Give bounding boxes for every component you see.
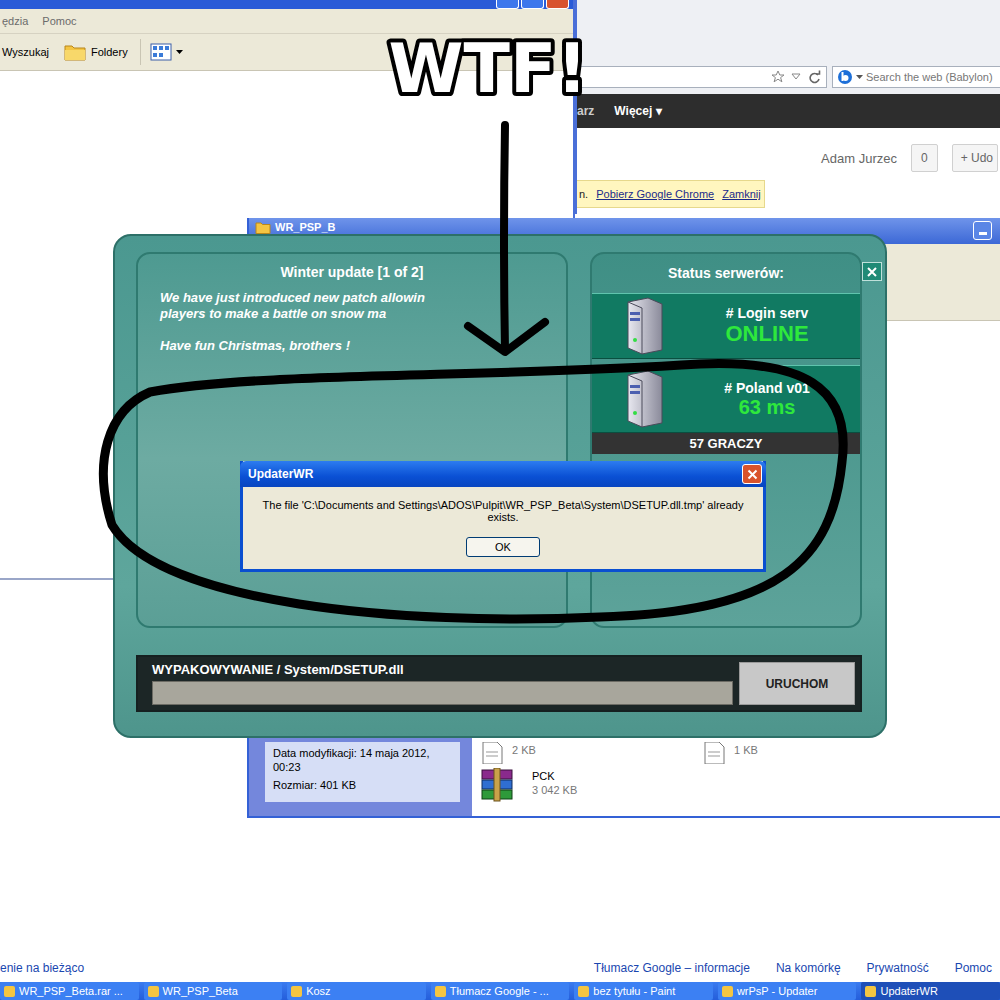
close-icon (867, 267, 877, 277)
folder-icon (63, 41, 87, 63)
progress-bar-area: WYPAKOWYWANIE / System/DSETUP.dll URUCHOM (136, 655, 862, 712)
file-item[interactable]: PCK3 042 KB (480, 768, 702, 802)
notice-link[interactable]: Zamknij (722, 188, 761, 200)
user-name[interactable]: Adam Jurzec (821, 151, 897, 166)
views-button[interactable] (140, 39, 185, 65)
taskbar-button[interactable]: UpdaterWR (861, 982, 1000, 1000)
menu-item[interactable]: ędzia (2, 15, 28, 27)
title-bar: UpdaterWR (240, 461, 766, 487)
footer-link[interactable]: Tłumacz Google – informacje (594, 961, 750, 975)
views-icon (149, 41, 173, 63)
app-icon (291, 986, 302, 997)
app-icon (722, 986, 733, 997)
file-icon (480, 742, 504, 764)
desktop: ędzia Pomoc Wyszukaj Foldery Search the web … (0, 0, 1000, 1000)
folder-icon (255, 221, 271, 235)
star-icon[interactable] (771, 70, 785, 84)
footer-link[interactable]: Prywatność (867, 961, 929, 975)
player-count: 57 GRACZY (592, 433, 860, 454)
taskbar-button[interactable]: bez tytułu - Paint (574, 982, 713, 1000)
footer-link[interactable]: Na komórkę (776, 961, 841, 975)
taskbar-button[interactable]: Kosz (287, 982, 426, 1000)
file-item[interactable]: 1 KB (702, 742, 924, 764)
app-icon (4, 986, 15, 997)
dropdown-arrow-icon (856, 75, 863, 80)
taskbar-button[interactable]: wrPsP - Updater (718, 982, 857, 1000)
notice-link[interactable]: Pobierz Google Chrome (596, 188, 714, 200)
taskbar-button[interactable]: WR_PSP_Beta.rar ... (0, 982, 139, 1000)
app-icon (578, 986, 589, 997)
news-text: Have fun Christmas, brothers ! (160, 338, 558, 354)
title-bar (0, 0, 573, 9)
browser-window: Search the web (Babylon) arz Więcej ▾ Adam … (575, 0, 1000, 214)
menu-bar: ędzia Pomoc (0, 9, 573, 34)
news-text: We have just introduced new patch allowi… (160, 290, 558, 306)
menu-item[interactable]: Pomoc (42, 15, 76, 27)
google-bar: arz Więcej ▾ (577, 94, 1000, 128)
taskbar: WR_PSP_Beta.rar ... WR_PSP_BetaKosz Tłumac… (0, 982, 1000, 1000)
arrow-icon (504, 125, 505, 350)
taskbar-button[interactable]: WR_PSP_Beta (144, 982, 283, 1000)
ok-button[interactable]: OK (466, 537, 540, 557)
taskbar-button[interactable]: Tłumacz Google - ... (431, 982, 570, 1000)
minimize-icon (979, 232, 987, 235)
details-box: Data modyfikacji: 14 maja 2012,00:23Rozm… (265, 742, 460, 802)
search-field[interactable]: Search the web (Babylon) (832, 66, 1000, 88)
progress-bar (152, 681, 733, 705)
server-icon (618, 369, 670, 429)
refresh-icon[interactable] (807, 70, 821, 84)
server-row: # Poland v0163 ms (592, 365, 860, 433)
notification-count[interactable]: 0 (911, 144, 938, 172)
file-icon (702, 742, 726, 764)
circle-mark-icon (103, 364, 843, 619)
close-button[interactable] (862, 262, 882, 281)
close-button[interactable] (546, 0, 569, 9)
share-button[interactable]: + Udo (952, 144, 998, 172)
status-title: Status serwerów: (592, 254, 860, 293)
toolbar-button[interactable]: Foldery (61, 39, 130, 65)
file-item[interactable]: 2 KB (480, 742, 702, 764)
close-button[interactable] (742, 464, 762, 484)
minimize-button[interactable] (496, 0, 519, 9)
minimize-button[interactable] (973, 221, 992, 240)
chrome-notice: n.Pobierz Google ChromeZamknij (577, 180, 765, 208)
nav-link[interactable]: arz (577, 104, 594, 118)
news-title: Winter update [1 of 2] (160, 264, 558, 280)
address-field[interactable] (577, 66, 827, 88)
annotation-text: WTF! (389, 29, 588, 108)
error-dialog: UpdaterWR The file 'C:\Documents and Sett… (240, 461, 766, 572)
dropdown-arrow-icon (176, 50, 183, 55)
history-arrow-icon[interactable] (791, 73, 801, 81)
babylon-icon (837, 69, 853, 85)
toolbar-button[interactable]: Wyszukaj (0, 44, 51, 60)
app-icon (435, 986, 446, 997)
toolbar: Wyszukaj Foldery (0, 34, 573, 71)
news-text: players to make a battle on snow ma (160, 306, 558, 322)
dialog-message: The file 'C:\Documents and Settings\ADOS… (251, 499, 755, 523)
app-icon (148, 986, 159, 997)
close-icon (747, 469, 758, 480)
server-row: # Login servONLINE (592, 293, 860, 359)
progress-label: WYPAKOWYWANIE / System/DSETUP.dll (152, 662, 733, 677)
page-footer: enie na bieżąco Tłumacz Google – informac… (0, 957, 1000, 979)
nav-link[interactable]: Więcej ▾ (614, 104, 661, 118)
address-row: Search the web (Babylon) (577, 62, 1000, 94)
footer-link[interactable]: Pomoc (955, 961, 992, 975)
maximize-button[interactable] (521, 0, 544, 9)
arrowhead-icon (468, 322, 545, 352)
server-icon (618, 296, 670, 356)
archive-icon (480, 768, 524, 802)
user-row: Adam Jurzec 0 + Udo (577, 128, 1000, 176)
app-icon (865, 986, 876, 997)
run-button[interactable]: URUCHOM (739, 662, 855, 705)
browser-toolbar (577, 0, 1000, 62)
footer-link[interactable]: enie na bieżąco (0, 961, 84, 975)
